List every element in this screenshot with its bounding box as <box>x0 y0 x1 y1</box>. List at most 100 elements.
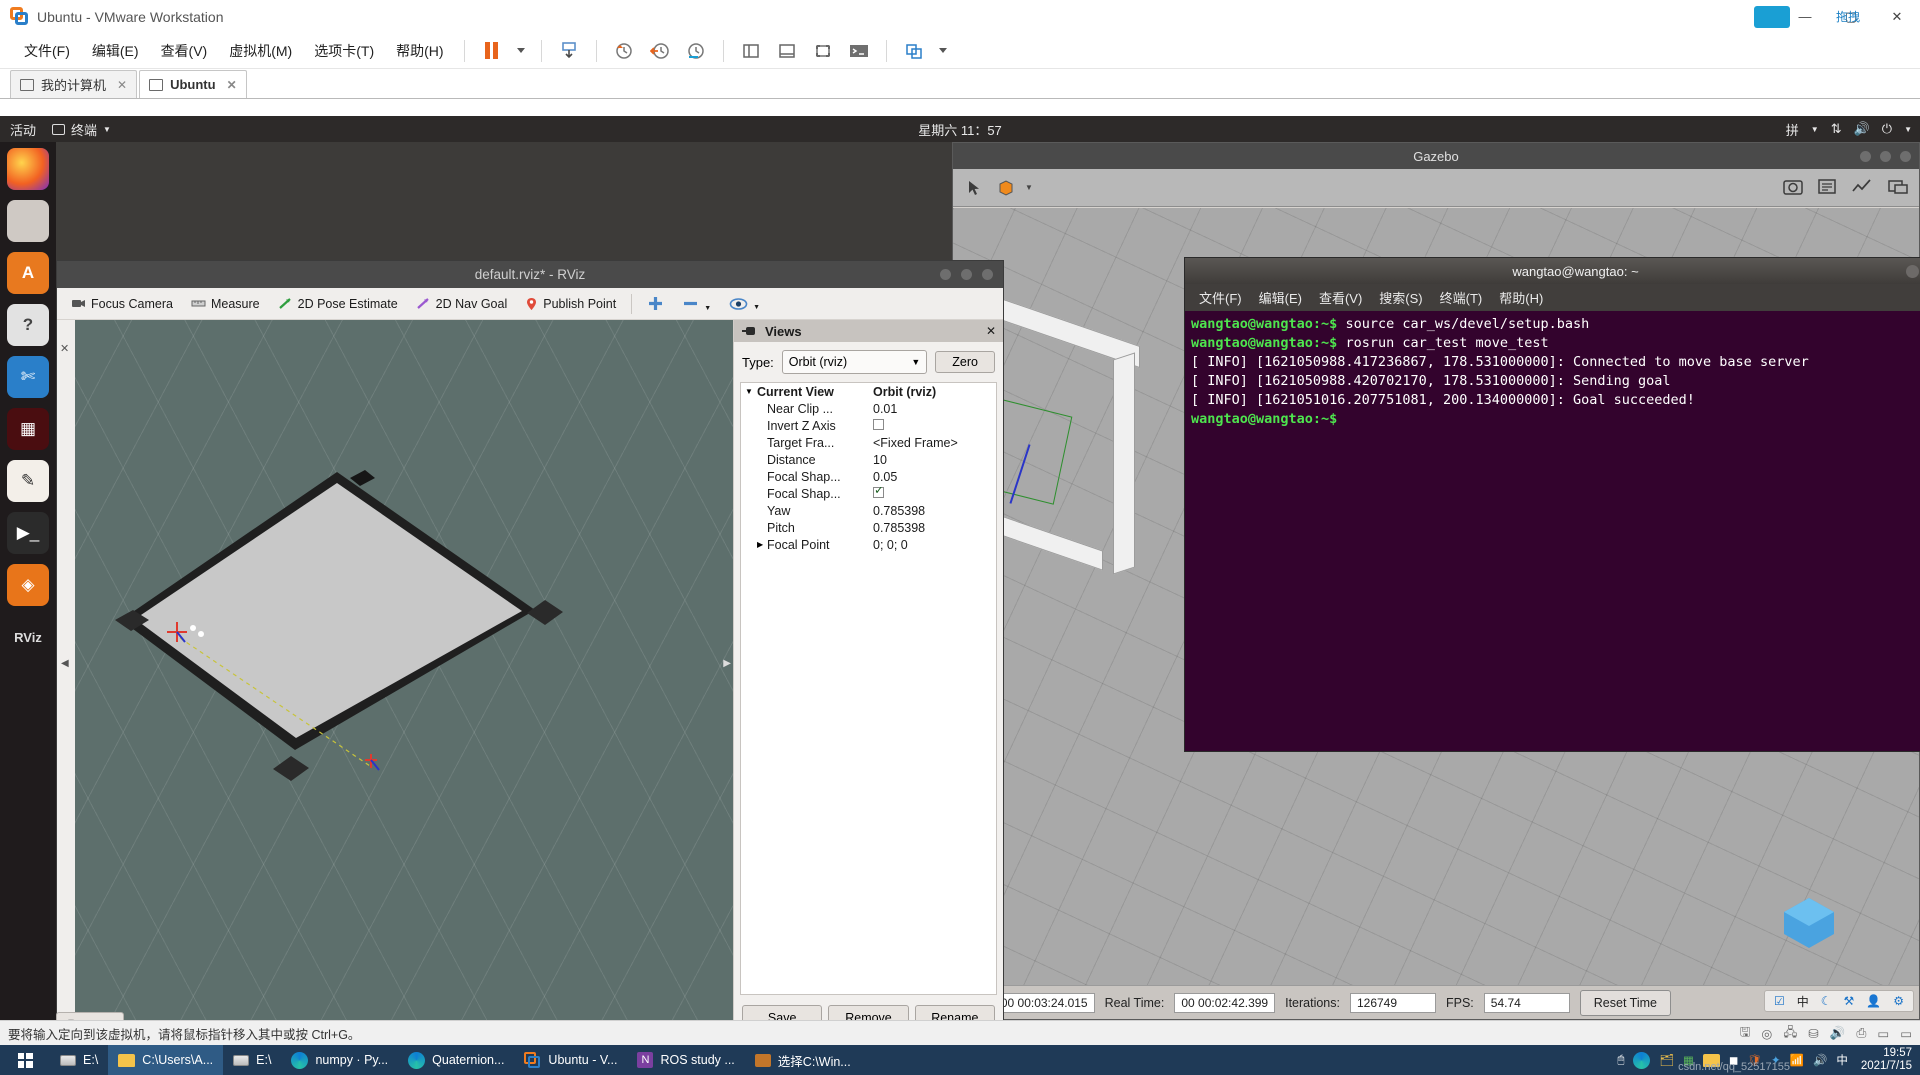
display-icon[interactable]: ▭ <box>1877 1026 1889 1041</box>
table-row[interactable]: Focal Shap... <box>741 485 996 502</box>
settings-icon[interactable]: ⚙ <box>1893 994 1904 1008</box>
menu-file[interactable]: 文件(F) <box>13 37 81 65</box>
moon-icon[interactable]: ☾ <box>1821 994 1832 1008</box>
plot-icon[interactable] <box>1851 178 1873 198</box>
snapshot-back-icon[interactable] <box>645 38 675 64</box>
tool-focus-camera[interactable]: Focus Camera <box>63 294 181 314</box>
files-icon[interactable] <box>7 200 49 242</box>
expand-arrow-icon[interactable]: ▶ <box>757 540 763 549</box>
minus-icon[interactable]: ▼ <box>674 292 719 315</box>
snapshot-manager-icon[interactable] <box>681 38 711 64</box>
user-icon[interactable]: 👤 <box>1866 994 1881 1008</box>
terminal-menu-file[interactable]: 文件(F) <box>1199 288 1242 307</box>
terminal-red-icon[interactable]: ▦ <box>7 408 49 450</box>
terminal-menu-edit[interactable]: 编辑(E) <box>1259 288 1302 307</box>
printer-icon[interactable]: ⎙ <box>1856 1026 1866 1041</box>
explorer-icon[interactable]: 🗂 <box>1659 1053 1674 1067</box>
ubuntu-desktop[interactable]: Gazebo ▼ 00 00:03:24.015 Real Time: 00 0… <box>56 142 1920 1020</box>
table-row[interactable]: Yaw 0.785398 <box>741 502 996 519</box>
help-icon[interactable]: ? <box>7 304 49 346</box>
blender-icon[interactable]: ◈ <box>7 564 49 606</box>
rename-button[interactable]: Rename <box>914 1005 995 1020</box>
ime-chinese-label[interactable]: 中 <box>1797 993 1809 1010</box>
taskbar-item-numpy[interactable]: numpy · Py... <box>281 1045 398 1075</box>
table-row[interactable]: Invert Z Axis <box>741 417 996 434</box>
tool-2d-pose-estimate[interactable]: 2D Pose Estimate <box>270 294 406 314</box>
table-row[interactable]: ▼ Current View Orbit (rviz) <box>741 383 996 400</box>
ime-indicator[interactable]: 拼 <box>1786 120 1799 139</box>
wifi-icon[interactable]: 📶 <box>1790 1053 1804 1067</box>
views-close-icon[interactable]: ✕ <box>986 324 996 338</box>
view-type-select[interactable]: Orbit (rviz) ▼ <box>781 350 928 374</box>
rviz-minimize-button[interactable] <box>940 269 951 280</box>
taskbar-item-vmware[interactable]: Ubuntu - V... <box>514 1045 627 1075</box>
table-row[interactable]: Distance 10 <box>741 451 996 468</box>
usb-icon[interactable]: ⛁ <box>1808 1026 1818 1041</box>
expand-right-icon[interactable]: ▶ <box>723 658 731 669</box>
rviz-window[interactable]: default.rviz* - RViz Focus Camera Measur… <box>56 260 1004 1020</box>
fullscreen-icon[interactable] <box>808 38 838 64</box>
text-editor-icon[interactable]: ✎ <box>7 460 49 502</box>
invert-z-checkbox[interactable] <box>873 418 884 430</box>
rviz-close-button[interactable] <box>982 269 993 280</box>
guest-screen[interactable]: 活动 终端 ▼ 星期六 11：57 拼 ▼ ⇅ 🔊 ⏻ ▼ A ? ✄ ▦ ✎ … <box>0 116 1920 1020</box>
software-icon[interactable]: A <box>7 252 49 294</box>
box-icon[interactable] <box>993 176 1019 200</box>
chevron-down-icon[interactable]: ▼ <box>1025 183 1033 192</box>
gazebo-minimize-button[interactable] <box>1860 150 1871 162</box>
start-button[interactable] <box>0 1045 50 1075</box>
taskbar-clock-time[interactable]: 19:57 <box>1861 1047 1912 1060</box>
chevron-down-icon[interactable]: ▼ <box>704 305 711 312</box>
menu-view[interactable]: 查看(V) <box>150 37 219 65</box>
app-menu-terminal[interactable]: 终端 ▼ <box>52 120 111 139</box>
unity-icon[interactable] <box>899 38 929 64</box>
rviz-icon[interactable]: RViz <box>7 616 49 658</box>
plus-icon[interactable] <box>639 292 672 315</box>
cursor-icon[interactable] <box>961 176 987 200</box>
close-button[interactable]: ✕ <box>1874 9 1920 25</box>
terminal-window[interactable]: wangtao@wangtao: ~ 文件(F) 编辑(E) 查看(V) 搜索(… <box>1184 257 1920 752</box>
taskbar-item-cmd[interactable]: 选择C:\Win... <box>745 1045 861 1075</box>
network-icon[interactable]: ⇅ <box>1831 121 1842 137</box>
revert-snapshot-icon[interactable] <box>609 38 639 64</box>
terminal-minimize-button[interactable] <box>1906 264 1919 278</box>
focal-shape-checkbox[interactable] <box>873 486 884 498</box>
snapshot-icon[interactable] <box>554 38 584 64</box>
cd-icon[interactable]: ◎ <box>1761 1026 1772 1041</box>
menu-tabs[interactable]: 选项卡(T) <box>303 37 385 65</box>
show-library-icon[interactable] <box>736 38 766 64</box>
remove-button[interactable]: Remove <box>828 1005 909 1020</box>
terminal-menu-help[interactable]: 帮助(H) <box>1499 288 1543 307</box>
gazebo-maximize-button[interactable] <box>1880 150 1891 162</box>
tool-measure[interactable]: Measure <box>183 294 268 314</box>
tools-icon[interactable]: ⚒ <box>1844 994 1855 1008</box>
rviz-left-collapsed-panel[interactable]: ✕ ◀ <box>57 320 75 1020</box>
console-icon[interactable] <box>844 38 874 64</box>
menu-help[interactable]: 帮助(H) <box>385 37 454 65</box>
screenshot-icon[interactable] <box>1783 178 1803 198</box>
rviz-maximize-button[interactable] <box>961 269 972 280</box>
more-icon[interactable]: ▭ <box>1900 1026 1912 1041</box>
close-icon[interactable]: ✕ <box>60 342 69 355</box>
activities-button[interactable]: 活动 <box>10 120 36 139</box>
volume-icon[interactable]: 🔊 <box>1813 1053 1827 1067</box>
show-thumbnail-icon[interactable] <box>772 38 802 64</box>
terminal-menu-view[interactable]: 查看(V) <box>1319 288 1362 307</box>
collapse-arrow-icon[interactable]: ▼ <box>745 387 753 396</box>
tool-publish-point[interactable]: Publish Point <box>517 294 624 314</box>
terminal-output[interactable]: wangtao@wangtao:~$ source car_ws/devel/s… <box>1185 311 1920 751</box>
volume-icon[interactable]: 🔊 <box>1854 121 1870 137</box>
eye-icon[interactable]: ▼ <box>721 294 768 314</box>
reset-time-button[interactable]: Reset Time <box>1579 989 1671 1016</box>
menu-vm[interactable]: 虚拟机(M) <box>218 37 303 65</box>
expand-left-icon[interactable]: ◀ <box>61 658 69 669</box>
terminal-menu-terminal[interactable]: 终端(T) <box>1440 288 1483 307</box>
save-button[interactable]: Save <box>742 1005 823 1020</box>
chevron-down-icon[interactable]: ▼ <box>1904 125 1912 134</box>
taskbar-item-quaternion[interactable]: Quaternion... <box>398 1045 514 1075</box>
taskbar-clock-date[interactable]: 2021/7/15 <box>1861 1060 1912 1073</box>
ubuntu-clock[interactable]: 星期六 11：57 <box>918 120 1002 139</box>
terminal-menu-search[interactable]: 搜索(S) <box>1379 288 1422 307</box>
tab-my-computer[interactable]: 我的计算机 ✕ <box>10 70 138 98</box>
firefox-icon[interactable] <box>7 148 49 190</box>
